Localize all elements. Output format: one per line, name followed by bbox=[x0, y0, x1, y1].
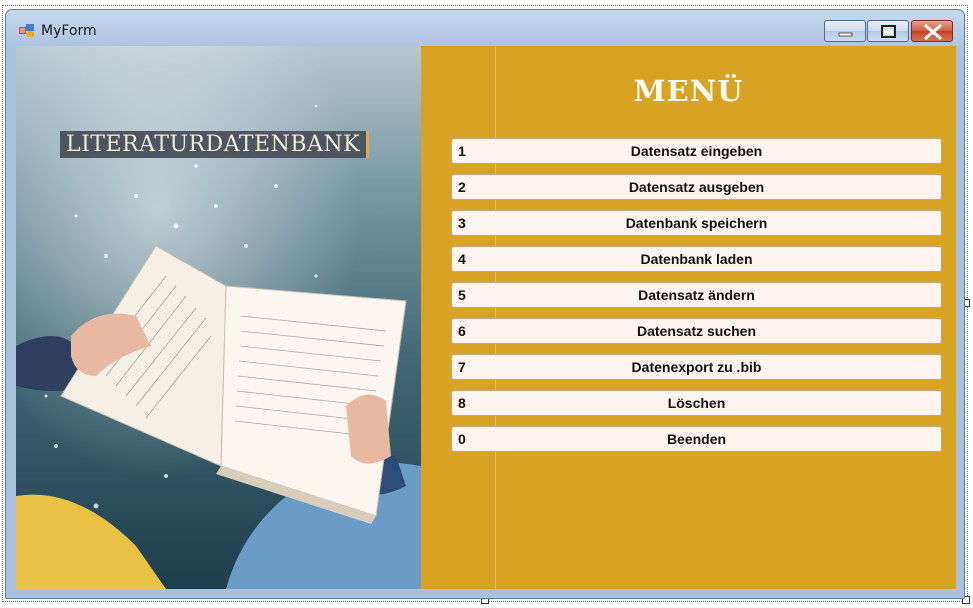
reading-book-photo: LITERATURDATENBANK bbox=[16, 46, 421, 589]
title-bar[interactable]: MyForm bbox=[6, 10, 964, 46]
menu-item-label: Datenexport zu .bib bbox=[631, 359, 762, 375]
app-icon bbox=[19, 24, 34, 37]
form-client-area: LITERATURDATENBANK MENÜ 1 Datensatz eing… bbox=[16, 46, 956, 589]
menu-item-label: Datenbank speichern bbox=[625, 215, 768, 231]
menu-button-datenbank-laden[interactable]: 4 Datenbank laden bbox=[451, 246, 942, 272]
menu-button-loeschen[interactable]: 8 Löschen bbox=[451, 390, 942, 416]
minimize-icon bbox=[838, 32, 853, 37]
menu-item-label: Datenbank laden bbox=[640, 251, 753, 267]
menu-button-datensatz-eingeben[interactable]: 1 Datensatz eingeben bbox=[451, 138, 942, 164]
menu-item-label: Beenden bbox=[666, 431, 727, 447]
maximize-button[interactable] bbox=[867, 20, 909, 42]
menu-item-label: Datensatz suchen bbox=[636, 323, 757, 339]
maximize-icon bbox=[881, 25, 896, 38]
form-window: MyForm LITERATURDATENBANK MENÜ 1 Datensa… bbox=[5, 9, 965, 599]
window-title: MyForm bbox=[41, 23, 97, 39]
sea-book-image bbox=[16, 46, 421, 589]
menu-item-label: Löschen bbox=[667, 395, 726, 411]
menu-item-label: Datensatz ausgeben bbox=[628, 179, 765, 195]
close-icon bbox=[924, 24, 942, 40]
minimize-button[interactable] bbox=[824, 20, 866, 42]
menu-button-datensatz-ausgeben[interactable]: 2 Datensatz ausgeben bbox=[451, 174, 942, 200]
menu-button-datensatz-aendern[interactable]: 5 Datensatz ändern bbox=[451, 282, 942, 308]
menu-title: MENÜ bbox=[633, 74, 744, 108]
literaturdatenbank-label: LITERATURDATENBANK bbox=[60, 131, 370, 158]
menu-button-datenexport-bib[interactable]: 7 Datenexport zu .bib bbox=[451, 354, 942, 380]
menu-item-label: Datensatz eingeben bbox=[630, 143, 763, 159]
close-button[interactable] bbox=[911, 20, 953, 42]
menu-button-datensatz-suchen[interactable]: 6 Datensatz suchen bbox=[451, 318, 942, 344]
menu-button-beenden[interactable]: 0 Beenden bbox=[451, 426, 942, 452]
menu-button-datenbank-speichern[interactable]: 3 Datenbank speichern bbox=[451, 210, 942, 236]
menu-item-label: Datensatz ändern bbox=[638, 287, 755, 303]
